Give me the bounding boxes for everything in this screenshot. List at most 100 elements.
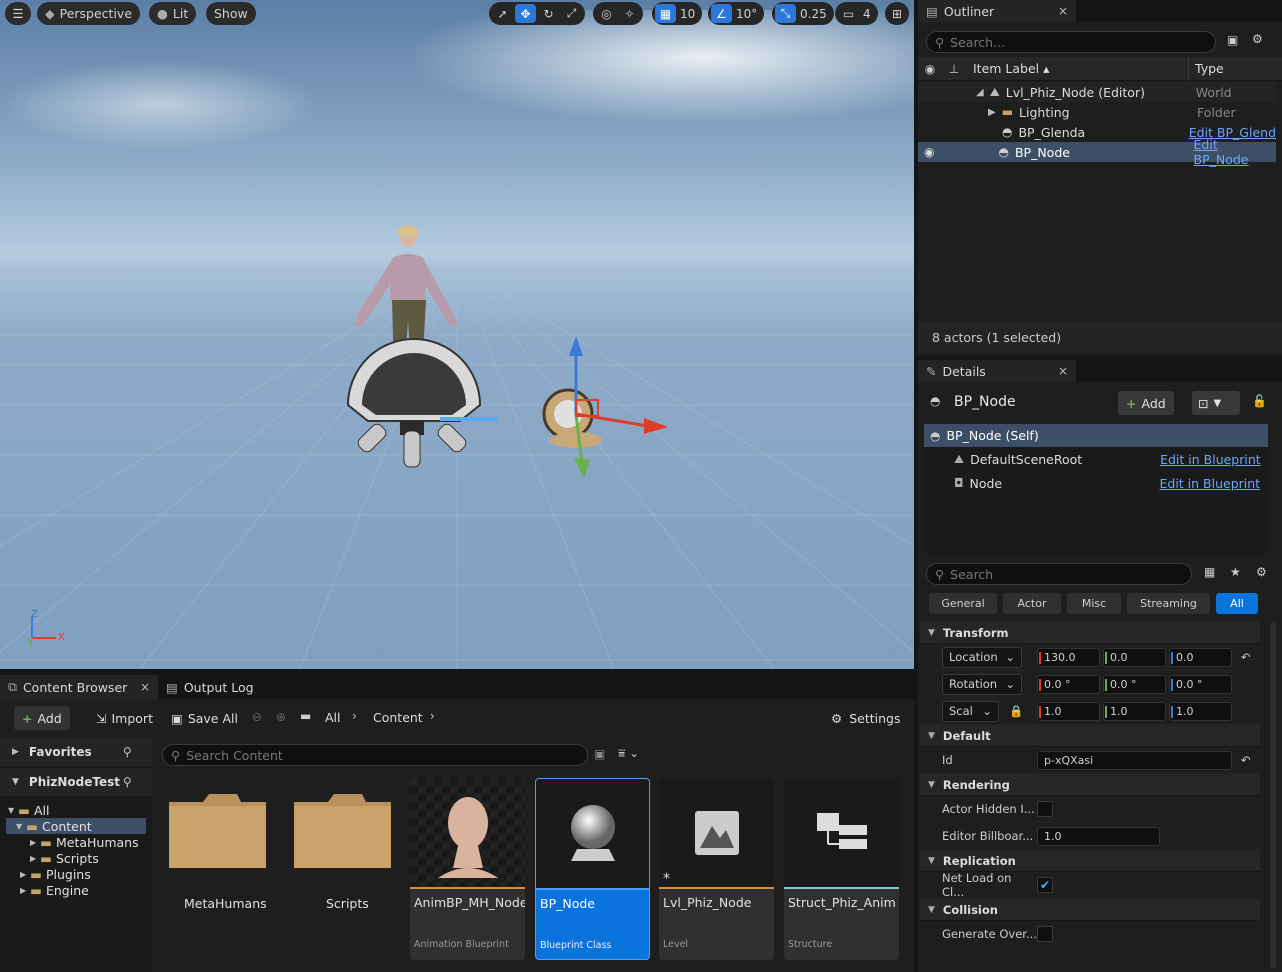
details-search-input[interactable]: ⚲ Search <box>926 563 1192 585</box>
settings-button[interactable]: ⚙ Settings <box>831 708 901 728</box>
edit-in-blueprint-link[interactable]: Edit in Blueprint <box>1160 452 1261 467</box>
scale-dropdown[interactable]: Scal ⌄ <box>942 700 999 722</box>
save-all-button[interactable]: ▣ Save All <box>171 708 238 728</box>
show-button[interactable]: Show <box>206 2 256 25</box>
scale-snap-toggle[interactable]: ⤡ 0.25 <box>772 2 834 25</box>
import-button[interactable]: ⇲ Import <box>96 708 153 728</box>
generate-overlap-checkbox[interactable] <box>1037 926 1053 942</box>
perspective-button[interactable]: ◆ Perspective <box>37 2 141 25</box>
grid-snap-toggle[interactable]: ▦ 10 <box>652 2 703 25</box>
section-replication[interactable]: ▼ Replication <box>920 850 1260 872</box>
rotation-y-input[interactable]: 0.0 ° <box>1103 674 1166 694</box>
section-rendering[interactable]: ▼ Rendering <box>920 774 1260 796</box>
reset-icon[interactable]: ↶ <box>1241 650 1251 664</box>
actor-hidden-checkbox[interactable] <box>1037 801 1053 817</box>
billboard-input[interactable]: 1.0 <box>1037 826 1160 846</box>
section-default[interactable]: ▼ Default <box>920 725 1260 747</box>
close-icon[interactable]: × <box>1058 364 1068 378</box>
blueprint-options-button[interactable]: ⊡ ▼ <box>1192 391 1240 415</box>
content-search-input[interactable]: ⚲ Search Content <box>162 744 588 766</box>
surface-snap-icon[interactable]: ✧ <box>619 4 640 23</box>
column-item-label[interactable]: Item Label ▴ <box>966 61 1188 76</box>
outliner-search-input[interactable]: ⚲ Search... <box>926 31 1216 53</box>
component-row-selected[interactable]: ◓ BP_Node (Self) <box>924 424 1268 447</box>
select-tool-icon[interactable]: ➚ <box>492 4 513 23</box>
search-icon[interactable]: ⚲ <box>123 745 132 759</box>
chevron-right-icon[interactable]: ▶ <box>988 107 996 118</box>
search-icon[interactable]: ⚲ <box>123 775 132 789</box>
outliner-row[interactable]: ▶ ▬ Lighting Folder <box>918 102 1276 122</box>
tree-item-metahumans[interactable]: ▶ ▬ MetaHumans <box>6 834 146 850</box>
transform-gizmo[interactable] <box>538 330 678 480</box>
rotation-z-input[interactable]: 0.0 ° <box>1169 674 1232 694</box>
filter-misc[interactable]: Misc <box>1067 593 1121 614</box>
lock-icon[interactable]: 🔒 <box>1009 704 1037 718</box>
close-icon[interactable]: × <box>140 680 150 694</box>
scale-z-input[interactable]: 1.0 <box>1169 701 1232 721</box>
add-folder-icon[interactable]: ▣ <box>1227 33 1238 47</box>
add-button[interactable]: + Add <box>14 706 70 730</box>
forward-icon[interactable]: ⊕ <box>276 710 286 724</box>
tree-item-scripts[interactable]: ▶ ▬ Scripts <box>6 850 146 866</box>
id-input[interactable]: p-xQXasi <box>1037 750 1232 770</box>
filter-general[interactable]: General <box>929 593 997 614</box>
edit-in-blueprint-link[interactable]: Edit in Blueprint <box>1160 476 1261 491</box>
scale-x-input[interactable]: 1.0 <box>1037 701 1100 721</box>
camera-speed-button[interactable]: ▭ 4 <box>835 2 878 25</box>
tree-item-engine[interactable]: ▶ ▬ Engine <box>6 882 146 898</box>
details-scrollbar[interactable] <box>1270 622 1276 968</box>
rotation-x-input[interactable]: 0.0 ° <box>1037 674 1100 694</box>
scale-tool-icon[interactable]: ⤢ <box>561 4 582 23</box>
star-icon[interactable]: ★ <box>1230 565 1241 579</box>
filter-streaming[interactable]: Streaming <box>1127 593 1210 614</box>
close-icon[interactable]: × <box>1058 4 1068 18</box>
table-view-icon[interactable]: ▦ <box>1204 565 1215 579</box>
filter-actor[interactable]: Actor <box>1003 593 1061 614</box>
save-search-icon[interactable]: ▣ <box>594 747 605 761</box>
component-row[interactable]: ◘ Node Edit in Blueprint <box>924 471 1268 495</box>
outliner-row[interactable]: ◢ ⛰ Lvl_Phiz_Node (Editor) World <box>918 82 1276 102</box>
asset-level[interactable]: * Lvl_Phiz_Node Level <box>659 778 774 960</box>
tree-item-content[interactable]: ▼ ▬ Content <box>6 818 146 834</box>
asset-struct[interactable]: Struct_Phiz_Anim Structure <box>784 778 899 960</box>
section-transform[interactable]: ▼ Transform <box>920 622 1260 644</box>
location-x-input[interactable]: 130.0 <box>1037 647 1100 667</box>
tab-content-browser[interactable]: ⧉ Content Browser × <box>0 675 158 699</box>
rotate-tool-icon[interactable]: ↻ <box>538 4 559 23</box>
gear-icon[interactable]: ⚙ <box>1252 32 1263 46</box>
column-type[interactable]: Type <box>1188 56 1224 81</box>
folder-scripts[interactable] <box>292 792 393 870</box>
rotation-dropdown[interactable]: Rotation ⌄ <box>942 673 1022 695</box>
location-dropdown[interactable]: Location ⌄ <box>942 646 1022 668</box>
visibility-icon[interactable]: ◉ <box>918 62 942 76</box>
tree-item-all[interactable]: ▼ ▬ All <box>6 802 146 818</box>
pin-icon[interactable]: ⊥ <box>942 62 966 76</box>
breadcrumb-all[interactable]: All <box>325 710 341 725</box>
edit-blueprint-link[interactable]: Edit BP_Node <box>1194 137 1276 167</box>
scale-y-input[interactable]: 1.0 <box>1103 701 1166 721</box>
chevron-down-icon[interactable]: ◢ <box>976 87 984 98</box>
net-load-checkbox[interactable]: ✔ <box>1037 877 1053 893</box>
outliner-row-selected[interactable]: ◉ ◓ BP_Node Edit BP_Node <box>918 137 1276 167</box>
tab-output-log[interactable]: ▤ Output Log <box>158 675 262 699</box>
location-y-input[interactable]: 0.0 <box>1103 647 1166 667</box>
lit-button[interactable]: ● Lit <box>149 2 197 25</box>
level-viewport[interactable]: Z X Y ☰ ◆ Perspective ● Lit Show ➚ ✥ ↻ ⤢ ◎… <box>0 0 914 669</box>
tab-details[interactable]: ✎ Details × <box>918 360 1076 382</box>
favorites-header[interactable]: ▶ Favorites ⚲ <box>0 738 152 766</box>
tree-item-plugins[interactable]: ▶ ▬ Plugins <box>6 866 146 882</box>
section-collision[interactable]: ▼ Collision <box>920 899 1260 921</box>
asset-bp-node-selected[interactable]: BP_Node Blueprint Class <box>535 778 650 960</box>
component-row[interactable]: ⛰ DefaultSceneRoot Edit in Blueprint <box>924 447 1268 471</box>
filter-icon[interactable]: ⩸ ⌄ <box>618 746 639 761</box>
lock-icon[interactable]: 🔓 <box>1252 394 1267 408</box>
add-component-button[interactable]: + Add <box>1118 391 1174 415</box>
filter-all[interactable]: All <box>1216 593 1258 614</box>
folder-metahumans[interactable] <box>167 792 268 870</box>
gear-icon[interactable]: ⚙ <box>1256 565 1267 579</box>
reset-icon[interactable]: ↶ <box>1241 753 1251 767</box>
viewport-menu-button[interactable]: ☰ <box>5 2 31 25</box>
visibility-icon[interactable]: ◉ <box>924 145 934 159</box>
move-tool-icon[interactable]: ✥ <box>515 4 536 23</box>
world-space-icon[interactable]: ◎ <box>596 4 617 23</box>
